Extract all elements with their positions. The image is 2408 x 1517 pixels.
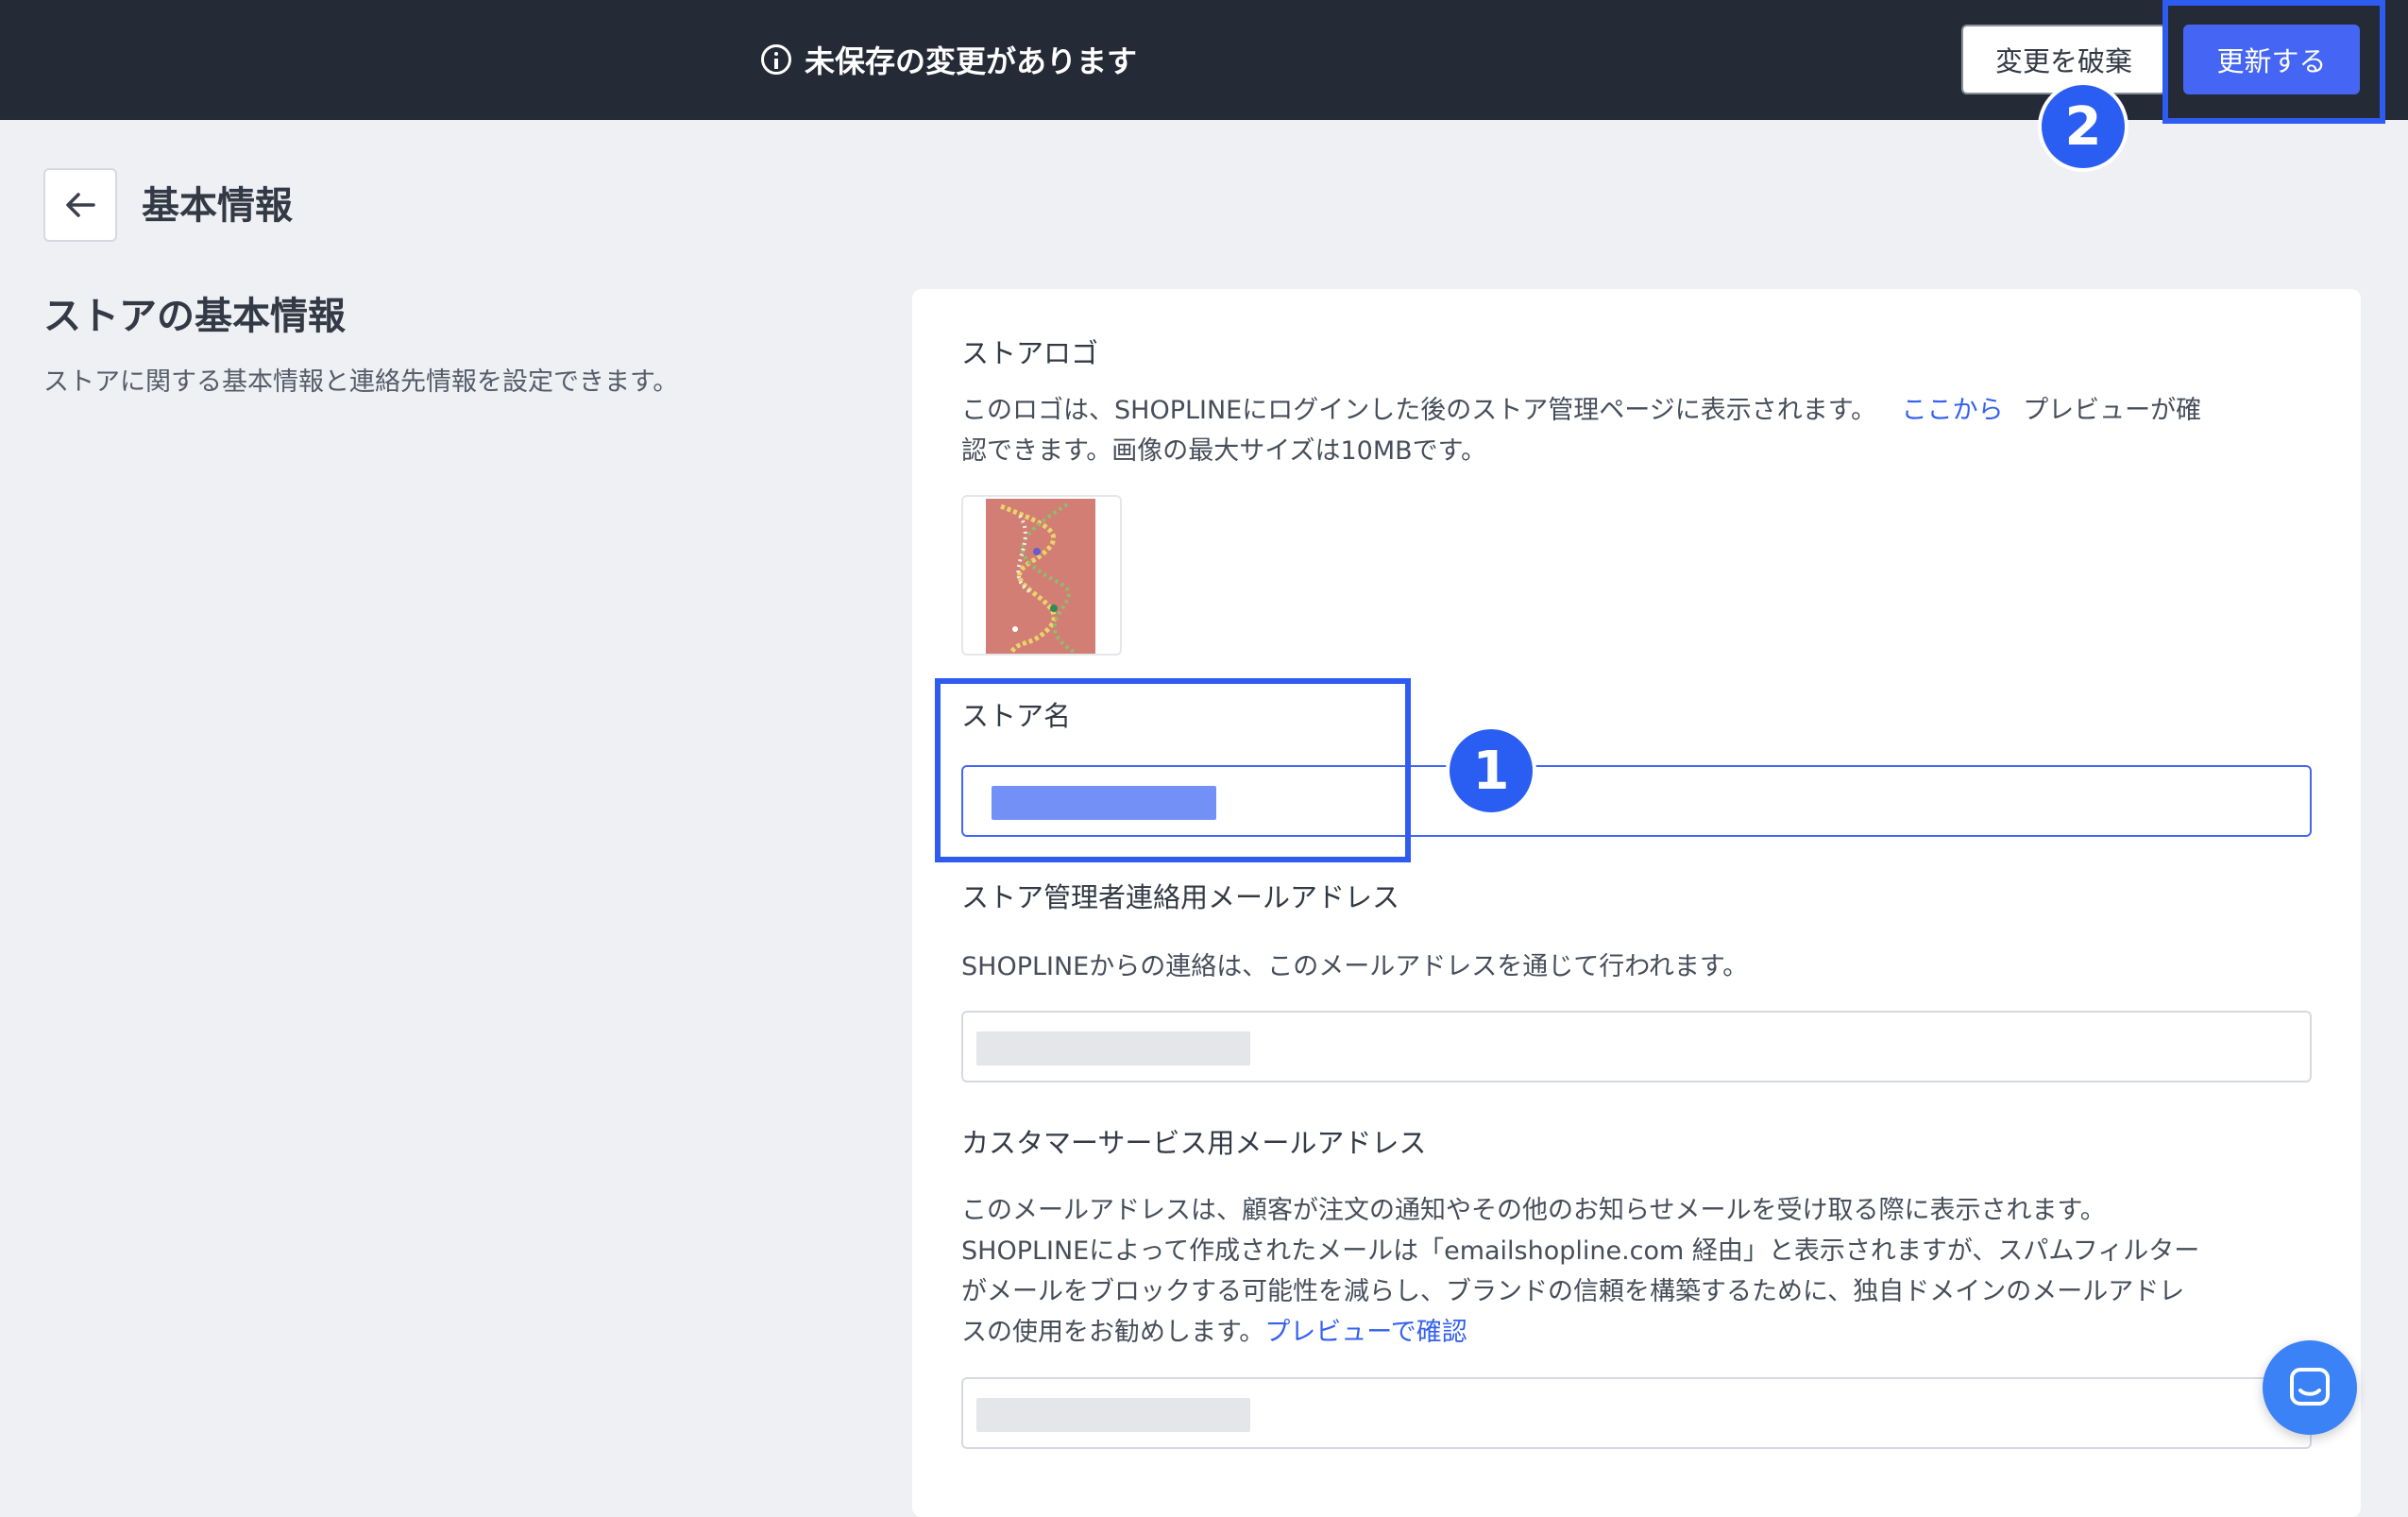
unsaved-message: 未保存の変更があります: [805, 43, 1138, 79]
unsaved-notice: 未保存の変更があります: [761, 36, 1137, 83]
info-icon: [761, 44, 791, 75]
admin-email-description: SHOPLINEからの連絡は、このメールアドレスを通じて行われます。: [961, 952, 1749, 981]
admin-email-input[interactable]: [961, 1011, 2312, 1082]
back-button[interactable]: [43, 168, 117, 242]
cs-email-label: カスタマーサービス用メールアドレス: [961, 1127, 1427, 1159]
cs-desc-line4: スの使用をお勧めします。: [961, 1318, 1265, 1347]
store-name-highlight: [935, 678, 1411, 862]
redacted-admin-email: [976, 1031, 1250, 1065]
logo-desc-continued: プレビューが確: [2023, 396, 2202, 425]
chat-icon: [2290, 1368, 2330, 1406]
admin-email-label: ストア管理者連絡用メールアドレス: [961, 881, 1400, 913]
redacted-cs-email: [976, 1398, 1250, 1432]
step-1-badge: 1: [1446, 725, 1536, 816]
store-logo-image[interactable]: [961, 495, 1122, 656]
logo-desc-line2: 認できます。画像の最大サイズは10MBです。: [961, 436, 1486, 466]
page-title: 基本情報: [142, 184, 293, 228]
cs-email-input[interactable]: [961, 1377, 2312, 1449]
store-logo-description: このロゴは、SHOPLINEにログインした後のストア管理ページに表示されます。 …: [961, 390, 2321, 471]
update-button-highlight: [2162, 0, 2385, 124]
section-description: ストアに関する基本情報と連絡先情報を設定できます。: [43, 367, 679, 397]
logo-thumbnail: [986, 499, 1095, 654]
preview-confirm-link[interactable]: プレビューで確認: [1264, 1318, 1467, 1347]
preview-link[interactable]: ここから: [1902, 396, 2004, 425]
arrow-left-icon: [66, 193, 95, 217]
section-title: ストアの基本情報: [43, 295, 346, 338]
discard-changes-button[interactable]: 変更を破棄: [1961, 25, 2166, 94]
cs-desc-line1: このメールアドレスは、顧客が注文の通知やその他のお知らせメールを受け取る際に表示…: [961, 1196, 2106, 1225]
logo-desc-text: このロゴは、SHOPLINEにログインした後のストア管理ページに表示されます。: [961, 396, 1876, 425]
cs-desc-line2: SHOPLINEによって作成されたメールは「emailshopline.com …: [961, 1236, 2200, 1266]
chat-support-button[interactable]: [2263, 1340, 2357, 1435]
cs-desc-line3: がメールをブロックする可能性を減らし、ブランドの信頼を構築するために、独自ドメイ…: [961, 1277, 2185, 1306]
step-2-badge: 2: [2038, 81, 2128, 172]
cs-email-description: このメールアドレスは、顧客が注文の通知やその他のお知らせメールを受け取る際に表示…: [961, 1190, 2321, 1353]
store-logo-label: ストアロゴ: [961, 337, 1099, 369]
